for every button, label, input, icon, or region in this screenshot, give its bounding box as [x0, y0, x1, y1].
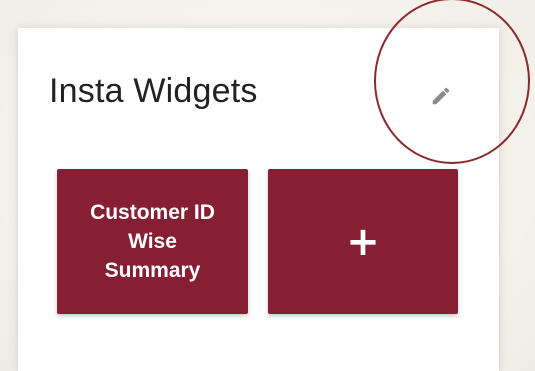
pencil-icon — [432, 87, 450, 105]
customer-id-wise-summary-tile[interactable]: Customer ID Wise Summary — [57, 169, 248, 314]
edit-widgets-button[interactable] — [424, 81, 458, 111]
tile-label: Customer ID Wise Summary — [90, 201, 215, 282]
screenshot-stage: Insta Widgets Customer ID Wise Summary + — [0, 0, 535, 371]
panel-title: Insta Widgets — [49, 72, 258, 110]
plus-icon: + — [346, 218, 380, 265]
add-widget-button[interactable]: + — [268, 169, 458, 314]
